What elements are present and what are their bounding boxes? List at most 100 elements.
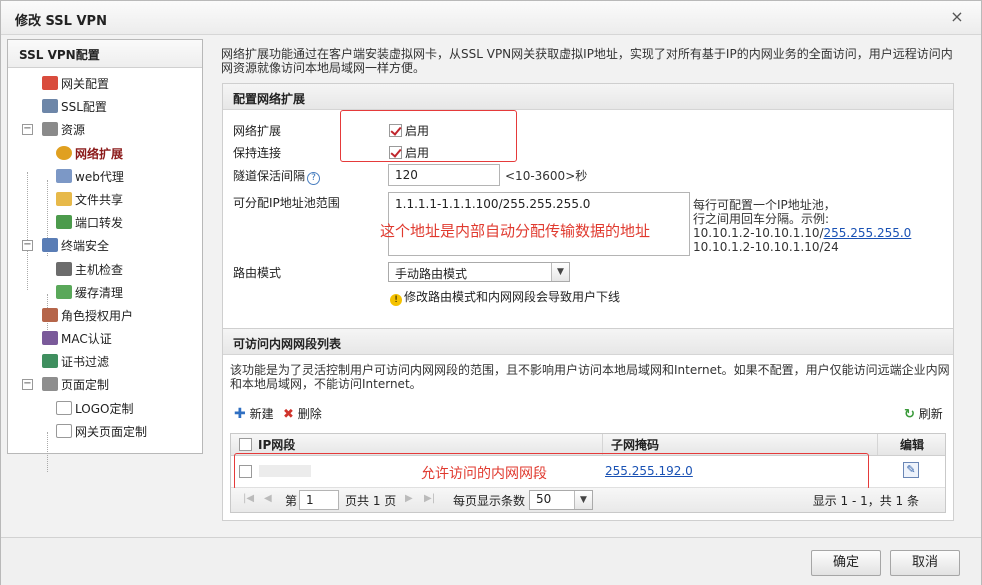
prev-page-icon[interactable]: ◀ [264,493,272,504]
sidebar-item-cert-filter[interactable]: 证书过滤 [42,352,109,372]
close-icon[interactable]: × [949,9,965,25]
network-extension-checkbox[interactable]: 启用 [389,122,429,139]
sidebar-item-file-share[interactable]: 文件共享 [56,190,123,210]
cancel-button[interactable]: 取消 [890,550,960,576]
resource-toggle[interactable]: − [22,124,33,135]
sidebar-item-port-forward[interactable]: 端口转发 [56,213,123,233]
terminal-security-icon [42,238,58,252]
new-button[interactable]: ✚ 新建 [234,405,274,422]
keepalive-checkbox[interactable]: 启用 [389,144,429,161]
network-extension-label: 网络扩展 [233,124,282,138]
main-content: 网络扩展功能通过在客户端安装虚拟网卡，从SSL VPN网关获取虚拟IP地址，实现… [211,39,963,521]
next-page-icon[interactable]: ▶ [405,493,413,504]
page-suffix: 页共 1 页 [345,494,397,508]
ssl-icon [42,99,58,113]
sidebar-item-ssl[interactable]: SSL配置 [42,97,107,117]
mac-auth-icon [42,331,58,345]
keepalive-label: 保持连接 [233,146,282,160]
pool-hint-line-1: 每行可配置一个IP地址池， [693,198,836,212]
sidebar-item-gateway-page[interactable]: 网关页面定制 [56,422,147,442]
route-label: 路由模式 [233,266,282,280]
network-extension-value: 启用 [405,124,430,138]
sidebar-item-terminal-security[interactable]: 终端安全 [42,236,109,256]
help-icon[interactable]: ? [307,172,321,185]
edit-icon[interactable]: ✎ [903,462,919,478]
role-user-icon [42,308,58,322]
pool-hint-line-3: 10.10.1.2-10.10.1.10/255.255.255.0 [693,226,912,240]
network-extension-check[interactable] [389,124,402,137]
tunnel-interval-hint: <10-3600>秒 [505,169,588,183]
pool-hint-link[interactable]: 255.255.255.0 [824,226,912,240]
gateway-page-icon [56,424,72,438]
sidebar-item-resource[interactable]: 资源 [42,120,85,140]
tunnel-interval-input[interactable]: 120 [388,164,500,186]
sidebar-item-mac-auth[interactable]: MAC认证 [42,329,112,349]
resource-icon [42,122,58,136]
route-warning: ! 修改路由模式和内网网段会导致用户下线 [390,288,620,306]
network-extension-icon [56,146,72,160]
sidebar-item-logo-custom[interactable]: LOGO定制 [56,399,133,419]
sidebar-item-gateway[interactable]: 网关配置 [42,74,109,94]
warning-icon: ! [390,294,402,306]
per-page-select[interactable]: 50 ▼ [529,490,593,510]
page-custom-icon [42,377,58,391]
cert-filter-icon [42,354,58,368]
keepalive-check[interactable] [389,146,402,159]
gateway-icon [42,76,58,90]
tunnel-interval-row: 隧道保活间隔? [233,167,321,185]
delete-button[interactable]: ✖ 删除 [283,405,322,422]
route-select[interactable]: 手动路由模式 ▼ [388,262,570,282]
pool-hint: 每行可配置一个IP地址池， 行之间用回车分隔。示例: 10.10.1.2-10.… [693,198,953,254]
col-edit: 编辑 [899,438,924,452]
segments-heading: 可访问内网网段列表 [223,329,953,355]
sidebar: SSL VPN配置 网关配置 SSL配置 − 资源 网络扩展 web代理 文件共… [7,39,203,472]
last-page-icon[interactable]: ▶| [424,493,435,504]
row-annotation: 允许访问的内网网段 [421,466,547,482]
refresh-icon: ↻ [904,407,915,422]
port-forward-icon [56,215,72,229]
sidebar-item-network-extension[interactable]: 网络扩展 [56,144,123,164]
pool-hint-line-4: 10.10.1.2-10.10.1.10/24 [693,240,839,254]
cache-clean-icon [56,285,72,299]
segments-desc: 该功能是为了灵活控制用户可访问内网网段的范围，且不影响用户访问本地局域网和Int… [230,363,950,391]
pool-label: 可分配IP地址池范围 [233,196,340,210]
dialog-window: 修改 SSL VPN × SSL VPN配置 网关配置 SSL配置 − 资源 网… [0,0,982,585]
title-bar: 修改 SSL VPN × [1,1,981,35]
page-input[interactable]: 1 [299,490,339,510]
sidebar-item-host-check[interactable]: 主机检查 [56,260,123,280]
dialog-title: 修改 SSL VPN [15,14,107,29]
chevron-down-icon: ▼ [574,491,592,509]
sidebar-item-role-user[interactable]: 角色授权用户 [42,306,133,326]
col-ip[interactable]: IP网段 [231,434,603,455]
segments-panel: 可访问内网网段列表 该功能是为了灵活控制用户可访问内网网段的范围，且不影响用户访… [222,328,954,521]
terminal-security-toggle[interactable]: − [22,240,33,251]
sidebar-item-web-proxy[interactable]: web代理 [56,167,124,187]
route-select-value: 手动路由模式 [395,267,468,281]
refresh-button[interactable]: ↻ 刷新 [904,405,943,422]
pool-annotation: 这个地址是内部自动分配传输数据的地址 [380,222,651,240]
first-page-icon[interactable]: |◀ [243,493,254,504]
delete-icon: ✖ [283,407,294,422]
dialog-footer: 确定 取消 [1,537,981,585]
intro-text: 网络扩展功能通过在客户端安装虚拟网卡，从SSL VPN网关获取虚拟IP地址，实现… [221,47,953,75]
ok-button[interactable]: 确定 [811,550,881,576]
config-heading: 配置网络扩展 [223,84,953,110]
folder-icon [56,192,72,206]
page-prefix: 第 [285,494,298,508]
web-proxy-icon [56,169,72,183]
host-check-icon [56,262,72,276]
segments-grid: IP网段 子网掩码 编辑 255.255.192.0 ✎ 允许访问的内网网段 |… [230,433,946,513]
pool-value: 1.1.1.1-1.1.1.100/255.255.255.0 [395,197,591,211]
logo-custom-icon [56,401,72,415]
sidebar-item-page-custom[interactable]: 页面定制 [42,375,109,395]
col-mask[interactable]: 子网掩码 [603,434,878,455]
select-all-checkbox[interactable] [239,438,252,451]
plus-icon: ✚ [234,406,246,422]
page-custom-toggle[interactable]: − [22,379,33,390]
pager-summary: 显示 1 - 1，共 1 条 [812,494,919,508]
tunnel-interval-label: 隧道保活间隔 [233,169,306,183]
route-warning-text: 修改路由模式和内网网段会导致用户下线 [404,290,621,304]
table-row[interactable]: 255.255.192.0 ✎ 允许访问的内网网段 [231,453,945,490]
sidebar-item-cache-clean[interactable]: 缓存清理 [56,283,123,303]
chevron-down-icon: ▼ [551,263,569,281]
